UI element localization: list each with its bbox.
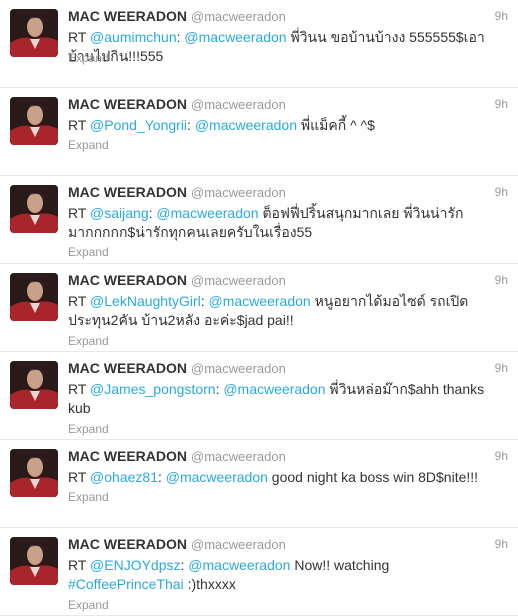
tweet-item[interactable]: MAC WEERADON @macweeradon 9h RT @James_po… — [0, 352, 518, 440]
tweet-text: RT @ohaez81: @macweeradon good night ka … — [68, 468, 488, 487]
avatar[interactable] — [10, 9, 58, 57]
tweet-timestamp[interactable]: 9h — [495, 449, 508, 463]
expand-link[interactable]: Expand — [68, 138, 109, 152]
mention-link[interactable]: @saijang — [90, 205, 149, 221]
tweet-timestamp[interactable]: 9h — [495, 537, 508, 551]
tweet-header: MAC WEERADON @macweeradon 9h — [68, 96, 508, 114]
tweet-text-segment: Now!! watching — [290, 557, 390, 573]
user-display-name[interactable]: MAC WEERADON — [68, 448, 187, 464]
tweet-header: MAC WEERADON @macweeradon 9h — [68, 272, 508, 290]
tweet-timestamp[interactable]: 9h — [495, 9, 508, 23]
expand-link[interactable]: Expand — [68, 51, 109, 65]
tweet-header: MAC WEERADON @macweeradon 9h — [68, 536, 508, 554]
user-handle[interactable]: @macweeradon — [191, 449, 286, 464]
tweet-text-segment: พี่แม็คกี้ ^ ^$ — [296, 117, 375, 133]
mention-link[interactable]: @macweeradon — [166, 469, 268, 485]
tweet-text-segment: RT — [68, 557, 91, 573]
mention-link[interactable]: @ENJOYdpsz — [90, 557, 180, 573]
user-display-name[interactable]: MAC WEERADON — [68, 272, 187, 288]
tweet-text: RT @Pond_Yongrii: @macweeradon พี่แม็คกี… — [68, 116, 488, 135]
tweet-text: RT @James_pongstorn: @macweeradon พี่วิน… — [68, 380, 488, 418]
user-handle[interactable]: @macweeradon — [191, 97, 286, 112]
tweet-text-segment: RT — [68, 205, 91, 221]
tweet-timeline: MAC WEERADON @macweeradon 9h RT @aumimchu… — [0, 0, 518, 616]
tweet-timestamp[interactable]: 9h — [495, 185, 508, 199]
user-display-name[interactable]: MAC WEERADON — [68, 360, 187, 376]
expand-link[interactable]: Expand — [68, 422, 109, 436]
tweet-text-segment: RT — [68, 293, 91, 309]
tweet-header: MAC WEERADON @macweeradon 9h — [68, 448, 508, 466]
mention-link[interactable]: @aumimchun — [90, 29, 177, 45]
tweet-item[interactable]: MAC WEERADON @macweeradon 9h RT @LekNaugh… — [0, 264, 518, 352]
expand-link[interactable]: Expand — [68, 598, 109, 612]
tweet-header: MAC WEERADON @macweeradon 9h — [68, 360, 508, 378]
tweet-item[interactable]: MAC WEERADON @macweeradon 9h RT @saijang:… — [0, 176, 518, 264]
tweet-timestamp[interactable]: 9h — [495, 361, 508, 375]
tweet-item[interactable]: MAC WEERADON @macweeradon 9h RT @ENJOYdps… — [0, 528, 518, 616]
tweet-text-segment: RT — [68, 469, 91, 485]
tweet-item[interactable]: MAC WEERADON @macweeradon 9h RT @aumimchu… — [0, 0, 518, 88]
tweet-text: RT @saijang: @macweeradon ต็อฟฟี่ปริ้นสน… — [68, 204, 488, 242]
mention-link[interactable]: @macweeradon — [184, 29, 286, 45]
tweet-item[interactable]: MAC WEERADON @macweeradon 9h RT @Pond_Yon… — [0, 88, 518, 176]
mention-link[interactable]: @macweeradon — [209, 293, 311, 309]
tweet-header: MAC WEERADON @macweeradon 9h — [68, 8, 508, 26]
tweet-text-segment: :)thxxxx — [183, 576, 236, 592]
tweet-text: RT @LekNaughtyGirl: @macweeradon หนูอยาก… — [68, 292, 488, 330]
tweet-text-segment: RT — [68, 381, 91, 397]
tweet-text: RT @aumimchun: @macweeradon พี่วินน ขอบ้… — [68, 28, 488, 66]
tweet-text-segment: : — [187, 117, 195, 133]
expand-link[interactable]: Expand — [68, 490, 109, 504]
avatar[interactable] — [10, 273, 58, 321]
mention-link[interactable]: @ohaez81 — [90, 469, 158, 485]
avatar[interactable] — [10, 185, 58, 233]
user-display-name[interactable]: MAC WEERADON — [68, 536, 187, 552]
user-display-name[interactable]: MAC WEERADON — [68, 96, 187, 112]
avatar[interactable] — [10, 97, 58, 145]
user-handle[interactable]: @macweeradon — [191, 273, 286, 288]
tweet-item[interactable]: MAC WEERADON @macweeradon 9h RT @ohaez81:… — [0, 440, 518, 528]
mention-link[interactable]: @Pond_Yongrii — [90, 117, 187, 133]
expand-link[interactable]: Expand — [68, 334, 109, 348]
avatar[interactable] — [10, 537, 58, 585]
mention-link[interactable]: @macweeradon — [195, 117, 297, 133]
mention-link[interactable]: @LekNaughtyGirl — [90, 293, 201, 309]
tweet-text-segment: : — [200, 293, 209, 309]
tweet-text: RT @ENJOYdpsz: @macweeradon Now!! watchi… — [68, 556, 488, 594]
tweet-text-segment: RT — [68, 117, 91, 133]
mention-link[interactable]: @macweeradon — [156, 205, 258, 221]
user-handle[interactable]: @macweeradon — [191, 537, 286, 552]
mention-link[interactable]: @macweeradon — [188, 557, 290, 573]
expand-link[interactable]: Expand — [68, 245, 109, 259]
tweet-text-segment: RT — [68, 29, 91, 45]
tweet-timestamp[interactable]: 9h — [495, 273, 508, 287]
hashtag-link[interactable]: #CoffeePrinceThai — [68, 576, 184, 592]
user-handle[interactable]: @macweeradon — [191, 361, 286, 376]
avatar[interactable] — [10, 449, 58, 497]
tweet-text-segment: : — [157, 469, 166, 485]
mention-link[interactable]: @macweeradon — [223, 381, 325, 397]
user-display-name[interactable]: MAC WEERADON — [68, 184, 187, 200]
user-handle[interactable]: @macweeradon — [191, 9, 286, 24]
avatar[interactable] — [10, 361, 58, 409]
tweet-text-segment: good night ka boss win 8D$nite!!! — [267, 469, 479, 485]
mention-link[interactable]: @James_pongstorn — [90, 381, 216, 397]
tweet-header: MAC WEERADON @macweeradon 9h — [68, 184, 508, 202]
user-handle[interactable]: @macweeradon — [191, 185, 286, 200]
user-display-name[interactable]: MAC WEERADON — [68, 8, 187, 24]
tweet-timestamp[interactable]: 9h — [495, 97, 508, 111]
